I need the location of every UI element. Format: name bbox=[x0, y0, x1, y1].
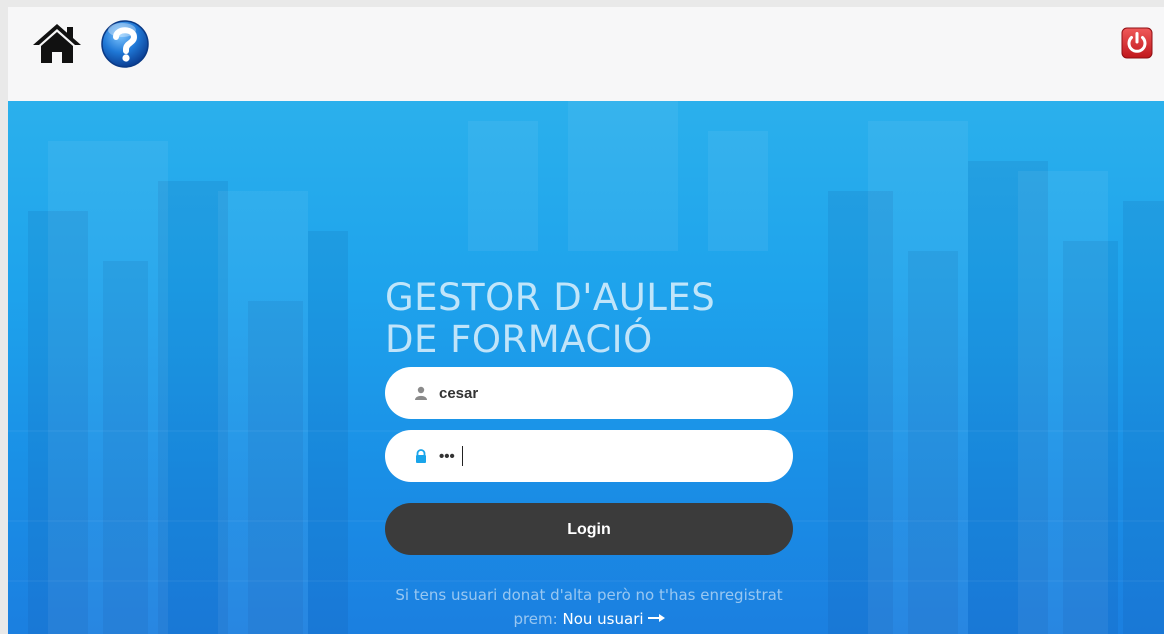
new-user-link-label[interactable]: Nou usuari bbox=[563, 610, 644, 628]
new-user-link[interactable]: Nou usuari bbox=[563, 610, 665, 628]
app-title: GESTOR D'AULES DE FORMACIÓ bbox=[385, 277, 805, 361]
user-icon bbox=[415, 386, 427, 400]
arrow-right-icon bbox=[647, 614, 665, 622]
password-input[interactable] bbox=[439, 438, 769, 474]
text-caret bbox=[462, 446, 463, 466]
lock-icon bbox=[416, 449, 426, 463]
login-button[interactable]: Login bbox=[385, 503, 793, 555]
username-field[interactable] bbox=[385, 367, 793, 419]
app-title-line2: DE FORMACIÓ bbox=[385, 318, 653, 361]
username-input[interactable] bbox=[439, 375, 769, 411]
password-field[interactable] bbox=[385, 430, 793, 482]
login-hero: GESTOR D'AULES DE FORMACIÓ Login Si tens… bbox=[8, 101, 1164, 634]
app-window: GESTOR D'AULES DE FORMACIÓ Login Si tens… bbox=[8, 7, 1164, 634]
power-icon bbox=[1121, 27, 1153, 59]
help-icon bbox=[101, 20, 149, 68]
logout-button[interactable] bbox=[1121, 27, 1153, 59]
home-button[interactable] bbox=[32, 21, 82, 65]
help-button[interactable] bbox=[100, 18, 150, 68]
app-title-line1: GESTOR D'AULES bbox=[385, 276, 716, 319]
home-icon bbox=[33, 24, 81, 63]
register-note: Si tens usuari donat d'alta però no t'ha… bbox=[385, 583, 793, 631]
top-toolbar bbox=[8, 7, 1164, 101]
